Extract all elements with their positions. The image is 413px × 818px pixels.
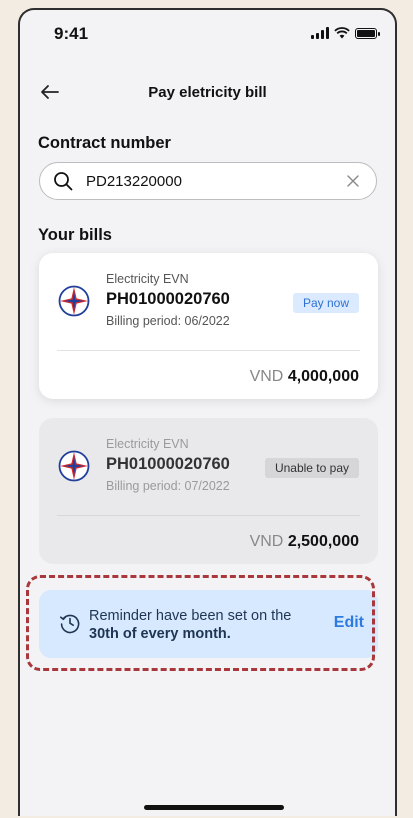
bill-card: Electricity EVN PH01000020760 Billing pe… xyxy=(39,418,378,564)
amount-value: 2,500,000 xyxy=(287,533,359,550)
evn-logo-icon xyxy=(58,450,90,482)
unable-to-pay-badge: Unable to pay xyxy=(264,458,359,478)
amount-currency: VND xyxy=(249,533,284,550)
amount-value: 4,000,000 xyxy=(287,368,359,385)
bill-number: PH01000020760 xyxy=(106,290,230,308)
bill-amount: VND 2,500,000 xyxy=(250,533,359,551)
divider xyxy=(57,515,360,516)
bill-card[interactable]: Electricity EVN PH01000020760 Billing pe… xyxy=(39,253,378,399)
bill-period: Billing period: 06/2022 xyxy=(106,314,230,328)
bill-provider: Electricity EVN xyxy=(106,437,189,451)
page-title: Pay eletricity bill xyxy=(148,84,267,101)
contract-number-input[interactable] xyxy=(86,172,330,190)
contract-section-title: Contract number xyxy=(38,134,171,152)
status-bar: 9:41 xyxy=(20,10,395,54)
amount-currency: VND xyxy=(249,368,284,385)
divider xyxy=(57,350,360,351)
home-indicator xyxy=(144,805,284,810)
clear-search-button[interactable] xyxy=(330,175,376,187)
bill-provider: Electricity EVN xyxy=(106,272,189,286)
status-icons xyxy=(311,27,380,39)
search-icon xyxy=(40,171,86,191)
highlight-annotation xyxy=(26,575,375,671)
pay-now-button[interactable]: Pay now xyxy=(292,293,359,313)
signal-icon xyxy=(311,27,329,39)
battery-icon xyxy=(355,28,380,39)
bill-period: Billing period: 07/2022 xyxy=(106,479,230,493)
contract-search-box[interactable] xyxy=(39,162,377,200)
phone-screen: 9:41 Pay eletricity bill Contract number xyxy=(18,8,397,816)
evn-logo-icon xyxy=(58,285,90,317)
close-icon xyxy=(347,175,359,187)
wifi-icon xyxy=(334,27,350,39)
status-time: 9:41 xyxy=(54,24,89,43)
bill-number: PH01000020760 xyxy=(106,455,230,473)
bills-section-title: Your bills xyxy=(38,226,112,244)
bill-amount: VND 4,000,000 xyxy=(250,368,359,386)
nav-bar: Pay eletricity bill xyxy=(20,74,395,110)
